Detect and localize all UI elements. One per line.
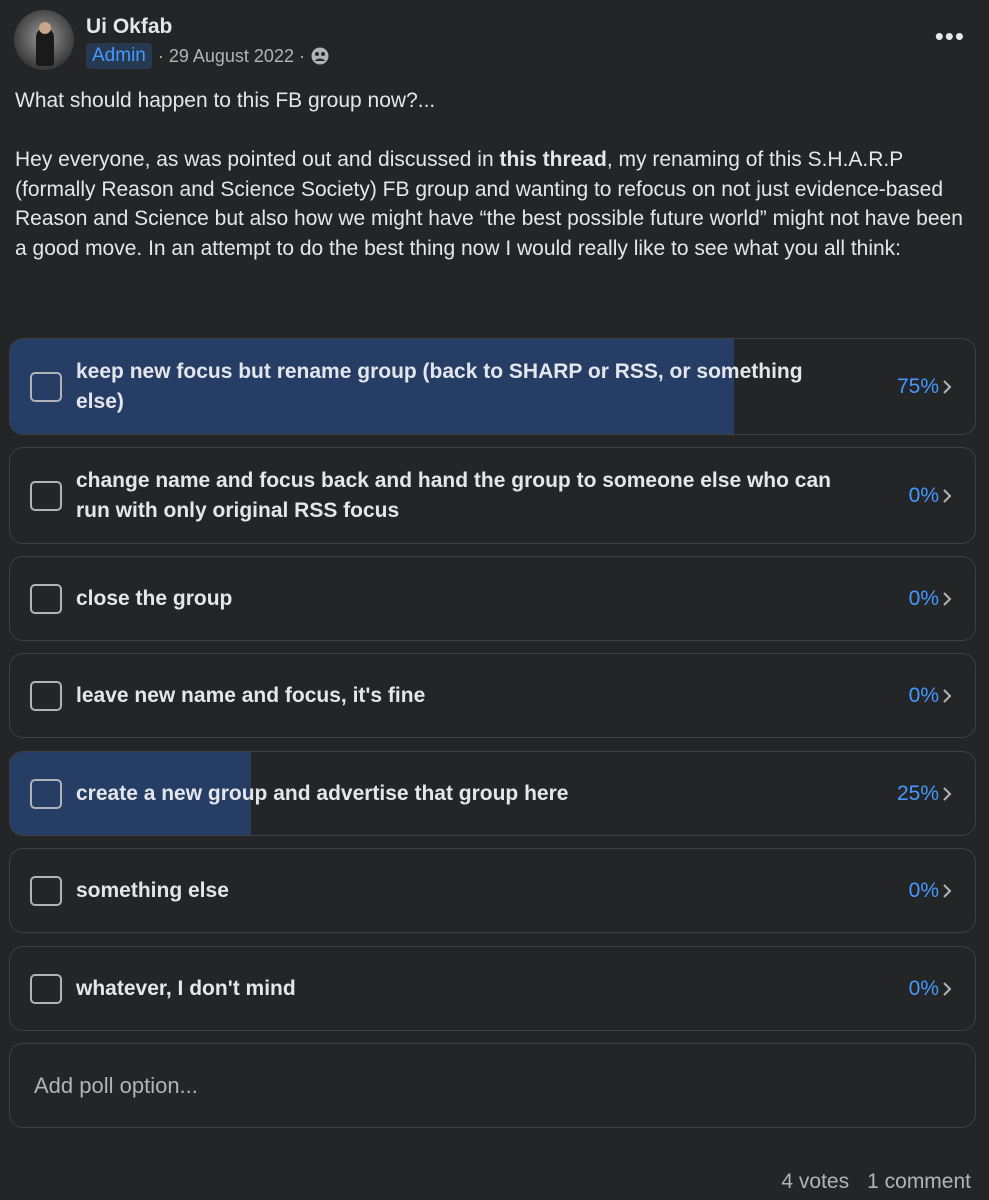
- poll-option[interactable]: whatever, I don't mind 0%: [9, 946, 976, 1031]
- post-header: Ui Okfab Admin · 29 August 2022 · •••: [14, 10, 975, 72]
- option-percent: 0%: [908, 683, 939, 707]
- option-checkbox[interactable]: [30, 371, 62, 402]
- chevron-right-icon: [943, 488, 952, 503]
- chevron-right-icon: [943, 688, 952, 703]
- more-options-button[interactable]: •••: [935, 23, 965, 49]
- option-label: keep new focus but rename group (back to…: [76, 359, 803, 413]
- post-meta: Admin · 29 August 2022 ·: [86, 42, 329, 70]
- option-label: create a new group and advertise that gr…: [76, 781, 569, 805]
- post-date[interactable]: · 29 August 2022 ·: [158, 46, 305, 67]
- post-title: What should happen to this FB group now?…: [15, 89, 436, 112]
- option-checkbox[interactable]: [30, 583, 62, 614]
- poll-option[interactable]: keep new focus but rename group (back to…: [9, 338, 976, 435]
- option-percent: 0%: [908, 878, 939, 902]
- comment-count[interactable]: 1 comment: [867, 1170, 971, 1194]
- option-label: whatever, I don't mind: [76, 976, 296, 1000]
- option-checkbox[interactable]: [30, 875, 62, 906]
- option-checkbox[interactable]: [30, 778, 62, 809]
- chevron-right-icon: [943, 981, 952, 996]
- post-text-part: Hey everyone, as was pointed out and dis…: [15, 148, 500, 171]
- post-body: What should happen to this FB group now?…: [15, 86, 975, 263]
- option-label: close the group: [76, 586, 233, 610]
- post-paragraph: Hey everyone, as was pointed out and dis…: [15, 145, 975, 263]
- option-label: something else: [76, 878, 229, 902]
- option-label: leave new name and focus, it's fine: [76, 683, 426, 707]
- poll-option[interactable]: something else 0%: [9, 848, 976, 933]
- chevron-right-icon: [943, 379, 952, 394]
- vote-count[interactable]: 4 votes: [781, 1170, 849, 1194]
- poll-option[interactable]: create a new group and advertise that gr…: [9, 751, 976, 836]
- post-footer: 4 votes 1 comment: [781, 1170, 971, 1194]
- poll-option[interactable]: leave new name and focus, it's fine 0%: [9, 653, 976, 738]
- add-poll-option-placeholder: Add poll option...: [34, 1072, 198, 1098]
- chevron-right-icon: [943, 786, 952, 801]
- admin-badge: Admin: [86, 43, 152, 69]
- group-icon: [311, 47, 329, 65]
- option-checkbox[interactable]: [30, 973, 62, 1004]
- option-percent: 75%: [896, 374, 939, 398]
- chevron-right-icon: [943, 591, 952, 606]
- option-percent: 0%: [908, 483, 939, 507]
- thread-link[interactable]: this thread: [499, 148, 606, 171]
- add-poll-option-input[interactable]: Add poll option...: [9, 1043, 976, 1128]
- option-percent: 0%: [908, 976, 939, 1000]
- option-checkbox[interactable]: [30, 480, 62, 511]
- avatar-head: [39, 22, 51, 34]
- option-percent: 25%: [896, 781, 939, 805]
- option-percent: 0%: [908, 586, 939, 610]
- poll-option[interactable]: close the group 0%: [9, 556, 976, 641]
- poll-option[interactable]: change name and focus back and hand the …: [9, 447, 976, 544]
- avatar[interactable]: [14, 10, 74, 70]
- option-label: change name and focus back and hand the …: [76, 468, 831, 522]
- author-name[interactable]: Ui Okfab: [86, 15, 172, 39]
- chevron-right-icon: [943, 883, 952, 898]
- option-checkbox[interactable]: [30, 680, 62, 711]
